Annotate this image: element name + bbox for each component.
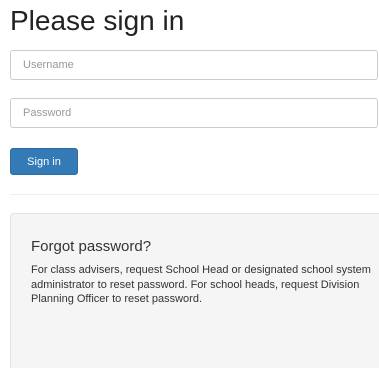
- divider: [10, 194, 379, 195]
- login-page: Please sign in Sign in Forgot password? …: [0, 0, 379, 368]
- forgot-password-text: For class advisers, request School Head …: [31, 264, 371, 305]
- password-input[interactable]: [10, 98, 378, 128]
- sign-in-button[interactable]: Sign in: [10, 148, 78, 175]
- forgot-password-panel: Forgot password? For class advisers, req…: [10, 213, 379, 368]
- username-input[interactable]: [10, 50, 378, 80]
- forgot-password-title: Forgot password?: [31, 238, 152, 255]
- page-title: Please sign in: [10, 5, 185, 36]
